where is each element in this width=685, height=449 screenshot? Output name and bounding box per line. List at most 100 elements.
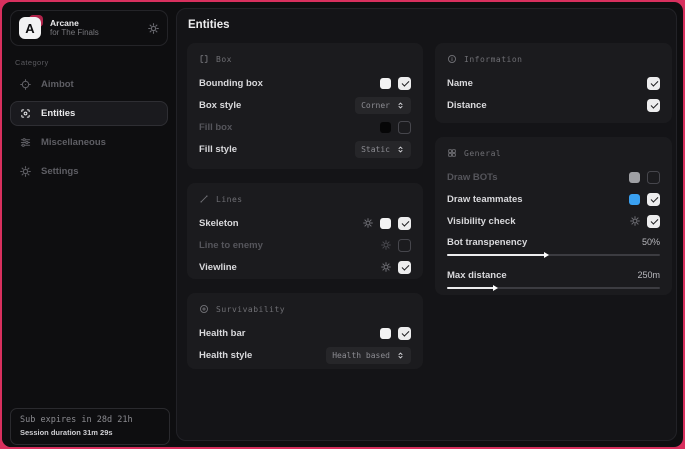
diagonal-line-icon: [199, 194, 209, 204]
checkbox[interactable]: [647, 99, 660, 112]
survivability-card-header: Survivability: [199, 303, 411, 315]
setting-label: Health bar: [199, 328, 245, 339]
fill-style-dropdown[interactable]: Static: [355, 141, 411, 158]
checkbox[interactable]: [647, 171, 660, 184]
dropdown-value: Corner: [361, 101, 390, 110]
color-swatch[interactable]: [380, 78, 391, 89]
max-distance-slider[interactable]: [447, 287, 660, 289]
page-title: Entities: [188, 19, 230, 31]
setting-label: Draw BOTs: [447, 172, 498, 183]
lines-card-header: Lines: [199, 193, 411, 205]
sidebar-nav: Aimbot Entities Miscellaneous Settings: [10, 72, 168, 188]
sidebar-item-label: Aimbot: [41, 79, 74, 90]
dropdown-value: Health based: [332, 351, 390, 360]
category-label: Category: [15, 58, 49, 67]
survivability-card: Survivability Health bar Health style He…: [187, 293, 423, 369]
gear-icon[interactable]: [148, 23, 159, 34]
general-card-header: General: [447, 147, 660, 159]
setting-row-fill-box: Fill box: [199, 116, 411, 138]
app-subtitle: for The Finals: [50, 28, 148, 38]
color-swatch[interactable]: [380, 328, 391, 339]
subscription-status-card: Sub expires in 28d 21h Session duration …: [10, 408, 170, 445]
slider-thumb[interactable]: [493, 285, 498, 291]
gear-icon: [20, 166, 31, 177]
setting-label: Bounding box: [199, 78, 263, 89]
box-card: Box Bounding box Box style Corner Fill b…: [187, 43, 423, 169]
checkbox[interactable]: [647, 215, 660, 228]
setting-row-draw-bots: Draw BOTs: [447, 166, 660, 188]
bounding-brackets-icon: [199, 54, 209, 64]
unfold-icon: [396, 351, 405, 360]
bot-transparency-slider-block: Bot transpenency 50%: [447, 235, 660, 256]
logo-letter: A: [19, 17, 41, 39]
setting-row-line-to-enemy: Line to enemy: [199, 234, 411, 256]
slider-thumb[interactable]: [544, 252, 549, 258]
color-swatch[interactable]: [629, 194, 640, 205]
setting-label: Bot transpenency: [447, 237, 527, 248]
app-window: A Arcane for The Finals Category Aimbot: [2, 2, 683, 447]
setting-label: Skeleton: [199, 218, 239, 229]
setting-row-distance: Distance: [447, 94, 660, 116]
checkbox[interactable]: [398, 217, 411, 230]
scan-icon: [20, 108, 31, 119]
setting-row-fill-style: Fill style Static: [199, 138, 411, 160]
checkbox[interactable]: [398, 239, 411, 252]
setting-label: Distance: [447, 100, 487, 111]
session-duration-text: Session duration 31m 29s: [20, 428, 160, 437]
unfold-icon: [396, 145, 405, 154]
max-distance-slider-block: Max distance 250m: [447, 268, 660, 289]
sliders-icon: [20, 137, 31, 148]
color-swatch[interactable]: [380, 218, 391, 229]
app-logo: A: [19, 17, 41, 39]
checkbox[interactable]: [647, 193, 660, 206]
sidebar-item-miscellaneous[interactable]: Miscellaneous: [10, 130, 168, 155]
sidebar-item-aimbot[interactable]: Aimbot: [10, 72, 168, 97]
health-cross-icon: [199, 304, 209, 314]
setting-label: Visibility check: [447, 216, 515, 227]
slider-value: 250m: [637, 270, 660, 280]
card-title: Lines: [216, 195, 243, 204]
gear-icon[interactable]: [363, 218, 373, 228]
info-circle-icon: [447, 54, 457, 64]
card-title: Box: [216, 55, 232, 64]
setting-label: Draw teammates: [447, 194, 523, 205]
setting-row-skeleton: Skeleton: [199, 212, 411, 234]
sidebar-item-entities[interactable]: Entities: [10, 101, 168, 126]
sidebar: A Arcane for The Finals Category Aimbot: [2, 2, 176, 447]
brand-text: Arcane for The Finals: [50, 18, 148, 39]
setting-row-viewline: Viewline: [199, 256, 411, 278]
checkbox[interactable]: [398, 121, 411, 134]
color-swatch[interactable]: [629, 172, 640, 183]
sidebar-item-label: Miscellaneous: [41, 137, 106, 148]
setting-label: Viewline: [199, 262, 237, 273]
general-card: General Draw BOTs Draw teammates Visibil…: [435, 137, 672, 295]
health-style-dropdown[interactable]: Health based: [326, 347, 411, 364]
app-name: Arcane: [50, 18, 148, 29]
crosshair-icon: [20, 79, 31, 90]
gear-icon[interactable]: [381, 240, 391, 250]
unfold-icon: [396, 101, 405, 110]
setting-row-health-style: Health style Health based: [199, 344, 411, 366]
sidebar-item-label: Entities: [41, 108, 75, 119]
card-title: Survivability: [216, 305, 285, 314]
setting-label: Name: [447, 78, 473, 89]
setting-row-health-bar: Health bar: [199, 322, 411, 344]
checkbox[interactable]: [647, 77, 660, 90]
checkbox[interactable]: [398, 77, 411, 90]
setting-row-bounding-box: Bounding box: [199, 72, 411, 94]
lines-card: Lines Skeleton Line to enemy Viewline: [187, 183, 423, 279]
checkbox[interactable]: [398, 327, 411, 340]
sidebar-item-settings[interactable]: Settings: [10, 159, 168, 184]
setting-label: Fill style: [199, 144, 237, 155]
gear-icon[interactable]: [630, 216, 640, 226]
checkbox[interactable]: [398, 261, 411, 274]
setting-label: Max distance: [447, 270, 507, 281]
setting-row-draw-teammates: Draw teammates: [447, 188, 660, 210]
box-style-dropdown[interactable]: Corner: [355, 97, 411, 114]
dropdown-value: Static: [361, 145, 390, 154]
slider-value: 50%: [642, 237, 660, 247]
gear-icon[interactable]: [381, 262, 391, 272]
bot-transparency-slider[interactable]: [447, 254, 660, 256]
color-swatch[interactable]: [380, 122, 391, 133]
setting-row-box-style: Box style Corner: [199, 94, 411, 116]
